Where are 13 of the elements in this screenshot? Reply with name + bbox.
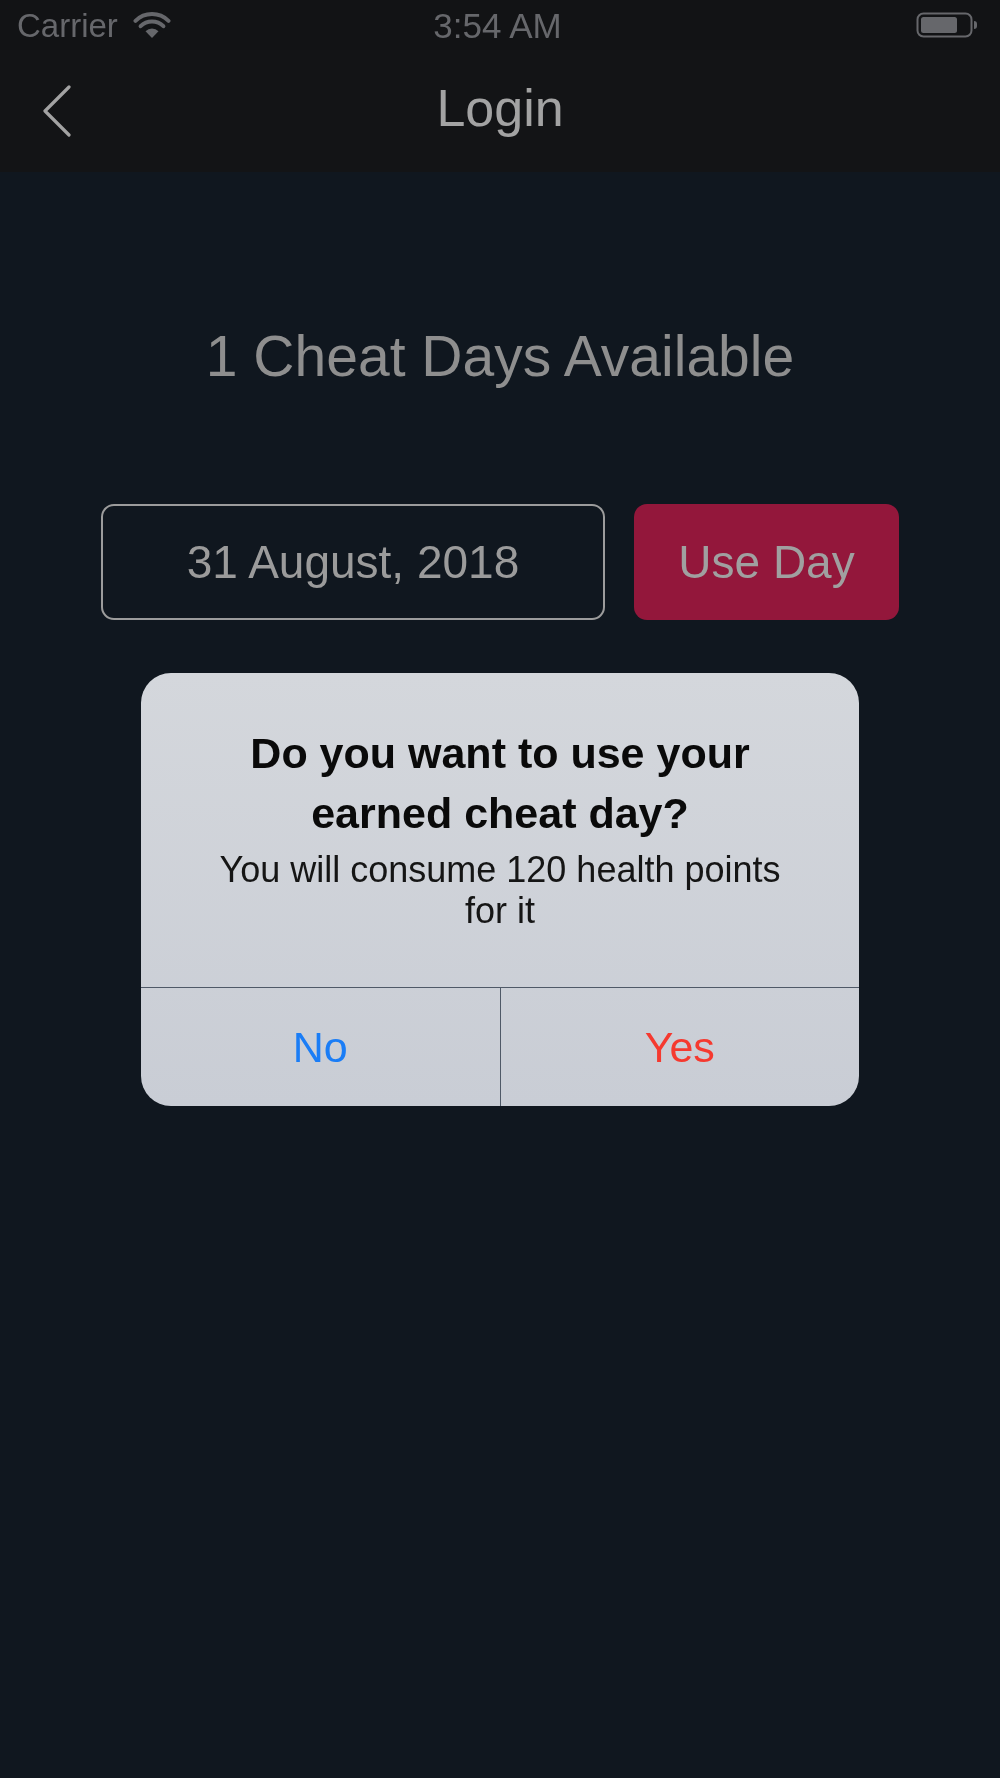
date-field[interactable]: 31 August, 2018 <box>101 504 605 620</box>
alert-confirm-button[interactable]: Yes <box>499 988 859 1106</box>
time-label: 3:54 AM <box>433 7 562 43</box>
alert-message: You will consume 120 health points for it <box>218 849 782 931</box>
carrier-label: Carrier <box>17 8 118 42</box>
use-day-button[interactable]: Use Day <box>634 504 899 620</box>
nav-title: Login <box>436 79 564 140</box>
alert-cancel-button[interactable]: No <box>141 988 500 1106</box>
back-icon[interactable] <box>42 85 72 137</box>
cheat-days-heading: 1 Cheat Days Available <box>205 323 795 389</box>
wifi-icon <box>132 11 171 39</box>
alert-title: Do you want to use your earned cheat day? <box>249 728 751 839</box>
battery-icon <box>916 12 978 38</box>
